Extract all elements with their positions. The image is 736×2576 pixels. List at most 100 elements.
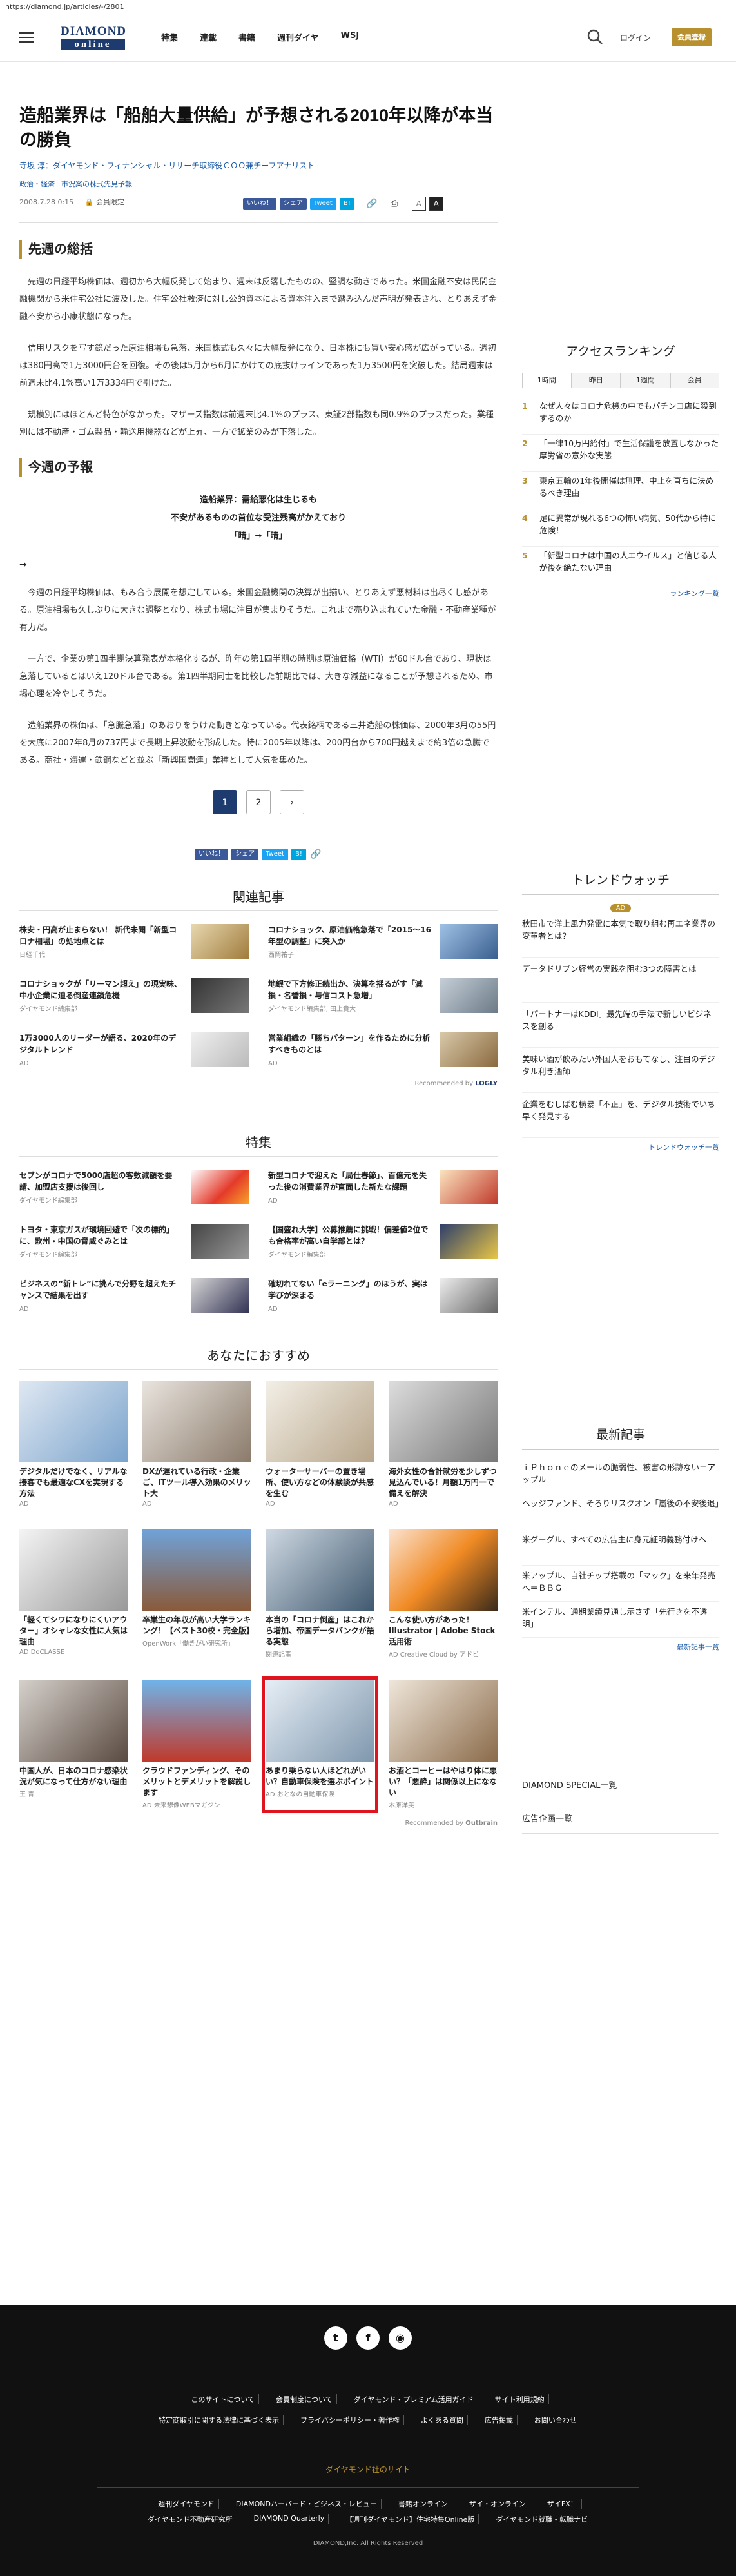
- trend-item[interactable]: 美味い酒が飲みたい外国人をおもてなし、注目のデジタル利き酒師: [522, 1048, 719, 1093]
- footer-site-link[interactable]: DIAMONDハーバード・ビジネス・レビュー: [232, 2499, 382, 2509]
- nav-series[interactable]: 連載: [200, 31, 217, 43]
- recommend-card[interactable]: 中国人が、日本のコロナ感染状況が気になって仕方がない理由王 青: [19, 1680, 128, 1809]
- link-icon[interactable]: 🔗: [309, 848, 322, 861]
- twitter-icon[interactable]: t: [324, 2326, 347, 2350]
- footer-site-link[interactable]: 書籍オンライン: [394, 2499, 452, 2509]
- tweet-button[interactable]: Tweet: [262, 849, 288, 860]
- related-item[interactable]: 営業組織の「勝ちパターン」を作るために分析すべきものとは AD: [268, 1032, 498, 1070]
- trend-more-link[interactable]: トレンドウォッチ一覧: [522, 1142, 719, 1152]
- feature-item[interactable]: セブンがコロナで5000店超の客数減額を要請、加盟店支援は後回し ダイヤモンド編集…: [19, 1170, 249, 1207]
- trend-item[interactable]: 秋田市で洋上風力発電に本気で取り組む再エネ業界の変革者とは？: [522, 912, 719, 958]
- footer-site-link[interactable]: ザイ・オンライン: [465, 2499, 530, 2509]
- related-item[interactable]: 地銀で下方修正続出か、決算を揺るがす「減損・名誉損・与信コスト急増」 ダイヤモンド…: [268, 978, 498, 1016]
- news-item[interactable]: ｉＰｈｏｎｅのメールの脆弱性、被害の形跡ない＝アップル: [522, 1457, 719, 1493]
- footer-site-link[interactable]: ダイヤモンド不動産研究所: [144, 2514, 237, 2524]
- recommend-card[interactable]: デジタルだけでなく、リアルな接客でも最適なCXを実現する方法 AD: [19, 1381, 128, 1508]
- diamond-special-link[interactable]: DIAMOND SPECIAL一覧: [522, 1778, 719, 1800]
- feature-item[interactable]: 確切れてない「eラーニング」のほうが、実は学びが深まる AD: [268, 1278, 498, 1315]
- member-register-button[interactable]: 会員登録: [672, 28, 712, 46]
- font-size-small-button[interactable]: A: [411, 197, 426, 211]
- trend-item[interactable]: データドリブン経営の実践を阻む3つの障害とは: [522, 958, 719, 1003]
- footer-link[interactable]: よくある質問: [417, 2415, 468, 2425]
- footer-link[interactable]: ダイヤモンド・プレミアム活用ガイド: [350, 2394, 478, 2404]
- news-more-link[interactable]: 最新記事一覧: [522, 1642, 719, 1652]
- news-item[interactable]: ヘッジファンド、そろりリスクオン「嵐後の不安後退」: [522, 1493, 723, 1529]
- site-logo[interactable]: DIAMOND online: [61, 25, 126, 53]
- ranking-item[interactable]: 5 「新型コロナは中国の人エウイルス」と信じる人が後を絶たない理由: [522, 547, 719, 584]
- nav-weekly[interactable]: 週刊ダイヤ: [277, 31, 319, 43]
- author-link[interactable]: 寺坂 淳：ダイヤモンド・フィナンシャル・リサーチ取締役ＣＯＯ兼チーフアナリスト: [19, 160, 498, 171]
- news-item[interactable]: 米インテル、通期業績見通し示さず「先行きを不透明」: [522, 1602, 719, 1638]
- trend-item[interactable]: 企業をむしばむ横暴「不正」を、デジタル技術でいち早く発見する: [522, 1093, 719, 1138]
- search-icon[interactable]: [586, 28, 603, 45]
- feature-item[interactable]: ビジネスの”新トレ”に挑んで分野を超えたチャンスで結果を出す AD: [19, 1278, 249, 1315]
- feature-item[interactable]: 【国盛れ大学】公募推薦に挑戦！偏差値2位でも合格率が高い自学部とは？ ダイヤモンド…: [268, 1224, 498, 1261]
- hatena-bookmark-button[interactable]: B!: [291, 849, 306, 860]
- feature-item[interactable]: トヨタ・東京ガスが環境回避で「次の標的」に、欧州・中国の脅威ぐみとは ダイヤモンド…: [19, 1224, 249, 1261]
- ranking-item[interactable]: 4 足に異常が現れる6つの怖い病気、50代から特に危険！: [522, 509, 719, 547]
- recommend-card[interactable]: DXが遅れている行政・企業ご、ITツール導入効果のメリット大 AD: [142, 1381, 251, 1508]
- address-bar[interactable]: https://diamond.jp/articles/-/2801: [0, 0, 736, 15]
- tab-member[interactable]: 会員: [670, 373, 719, 388]
- news-item[interactable]: 米グーグル、すべての広告主に身元証明義務付けへ: [522, 1529, 719, 1566]
- login-link[interactable]: ログイン: [620, 32, 651, 43]
- footer-site-link[interactable]: ザイFX！: [543, 2499, 582, 2509]
- related-item[interactable]: 株安・円高が止まらない！ 新代未聞「新型コロナ相場」の処地点とは 日経千代: [19, 924, 249, 961]
- logly-logo[interactable]: LOGLY: [475, 1080, 498, 1087]
- tag-link[interactable]: 市況案の株式先見予報: [61, 179, 132, 189]
- recommend-card[interactable]: 卒業生の年収が高い大学ランキング！【ベスト30校・完全版】 OpenWork「働き…: [142, 1529, 254, 1658]
- ranking-item[interactable]: 2 「一律10万円給付」で生活保護を放置しなかった厚労省の意外な実態: [522, 435, 719, 472]
- recommend-card[interactable]: クラウドファンディング、そのメリットとデメリットを解説します AD 未来想像WEB…: [142, 1680, 251, 1809]
- recommend-card[interactable]: 本当の「コロナ倒産」はこれから増加、帝国データバンクが語る実態 関連記事: [266, 1529, 374, 1658]
- feature-item[interactable]: 新型コロナで迎えた「局仕春節」、百億元を失った後の消費業界が直面した新たな課題 A…: [268, 1170, 498, 1207]
- facebook-share-button[interactable]: シェア: [280, 198, 307, 210]
- recommend-card[interactable]: 「軽くてシワになりにくいアウター」オシャレな女性に人気は理由 AD DoCLASS…: [19, 1529, 128, 1658]
- recommend-card[interactable]: こんな使い方があった！Illustrator | Adobe Stock活用術 A…: [389, 1529, 498, 1658]
- footer-site-link[interactable]: 【週刊ダイヤモンド】住宅特集Online版: [342, 2514, 479, 2524]
- page-1-button[interactable]: 1: [213, 790, 237, 814]
- ranking-item[interactable]: 3 東京五輪の1年後開催は無理、中止を直ちに決めるべき理由: [522, 472, 719, 509]
- facebook-share-button[interactable]: シェア: [231, 849, 259, 860]
- facebook-icon[interactable]: f: [356, 2326, 380, 2350]
- tab-1week[interactable]: 1週間: [621, 373, 670, 388]
- rss-icon[interactable]: ◉: [389, 2326, 412, 2350]
- next-page-button[interactable]: ›: [280, 790, 304, 814]
- recommend-card[interactable]: お酒とコーヒーはやはり体に悪い？「悪酔」は関係以上になない 木原洋美: [389, 1680, 498, 1809]
- tab-1hour[interactable]: 1時間: [522, 373, 572, 388]
- nav-feature[interactable]: 特集: [161, 31, 178, 43]
- nav-wsj[interactable]: WSJ: [341, 31, 360, 43]
- link-icon[interactable]: 🔗: [365, 197, 378, 210]
- footer-site-link[interactable]: DIAMOND Quarterly: [250, 2514, 329, 2524]
- footer-link[interactable]: 特定商取引に関する法律に基づく表示: [155, 2415, 284, 2425]
- facebook-like-button[interactable]: いいね！: [243, 198, 276, 210]
- page-2-button[interactable]: 2: [246, 790, 271, 814]
- tab-yesterday[interactable]: 昨日: [571, 373, 621, 388]
- recommend-card-highlighted[interactable]: あまり乗らない人ほどれがいい？自動車保険を選ぶポイント AD おとなの自動車保険: [262, 1676, 378, 1813]
- news-item[interactable]: 米アップル、自社チップ搭載の「マック」を来年発売へ＝ＢＢＧ: [522, 1566, 719, 1602]
- footer-link[interactable]: プライバシーポリシー・著作権: [296, 2415, 404, 2425]
- print-icon[interactable]: ⎙: [388, 197, 401, 210]
- footer-link[interactable]: サイト利用規約: [491, 2394, 549, 2404]
- footer-link[interactable]: このサイトについて: [187, 2394, 260, 2404]
- recommend-card[interactable]: ウォーターサーバーの置き場所、使い方などの体験談が共感を生む AD: [266, 1381, 374, 1508]
- facebook-like-button[interactable]: いいね！: [195, 849, 229, 860]
- footer-site-link[interactable]: 週刊ダイヤモンド: [154, 2499, 219, 2509]
- ad-page-link[interactable]: 広告企画一覧: [522, 1812, 719, 1834]
- trend-item[interactable]: 「パートナーはKDDI」最先端の手法で新しいビジネスを創る: [522, 1003, 719, 1048]
- ranking-item[interactable]: 1 なぜ人々はコロナ危機の中でもパチンコ店に殺到するのか: [522, 397, 719, 435]
- menu-icon[interactable]: [19, 32, 34, 43]
- font-size-large-button[interactable]: A: [429, 197, 443, 211]
- tag-link[interactable]: 政治・経済: [19, 179, 55, 189]
- hatena-bookmark-button[interactable]: B!: [339, 198, 354, 210]
- footer-site-link[interactable]: ダイヤモンド就職・転職ナビ: [492, 2514, 593, 2524]
- footer-link[interactable]: お問い合わせ: [530, 2415, 581, 2425]
- footer-link[interactable]: 広告掲載: [481, 2415, 518, 2425]
- outbrain-logo[interactable]: Outbrain: [465, 1820, 498, 1827]
- nav-books[interactable]: 書籍: [238, 31, 255, 43]
- ranking-more-link[interactable]: ランキング一覧: [522, 588, 719, 598]
- recommend-card[interactable]: 海外女性の合計就労を少しずつ見込んでいる！月額1万円一で備えを解決 AD: [389, 1381, 498, 1508]
- tweet-button[interactable]: Tweet: [310, 198, 336, 210]
- related-item[interactable]: コロナショックが「リーマン超え」の現実味、中小企業に迫る倒産連鎖危機 ダイヤモンド…: [19, 978, 249, 1016]
- related-item[interactable]: 1万3000人のリーダーが語る、2020年のデジタルトレンド AD: [19, 1032, 249, 1070]
- footer-link[interactable]: 会員制度について: [272, 2394, 337, 2404]
